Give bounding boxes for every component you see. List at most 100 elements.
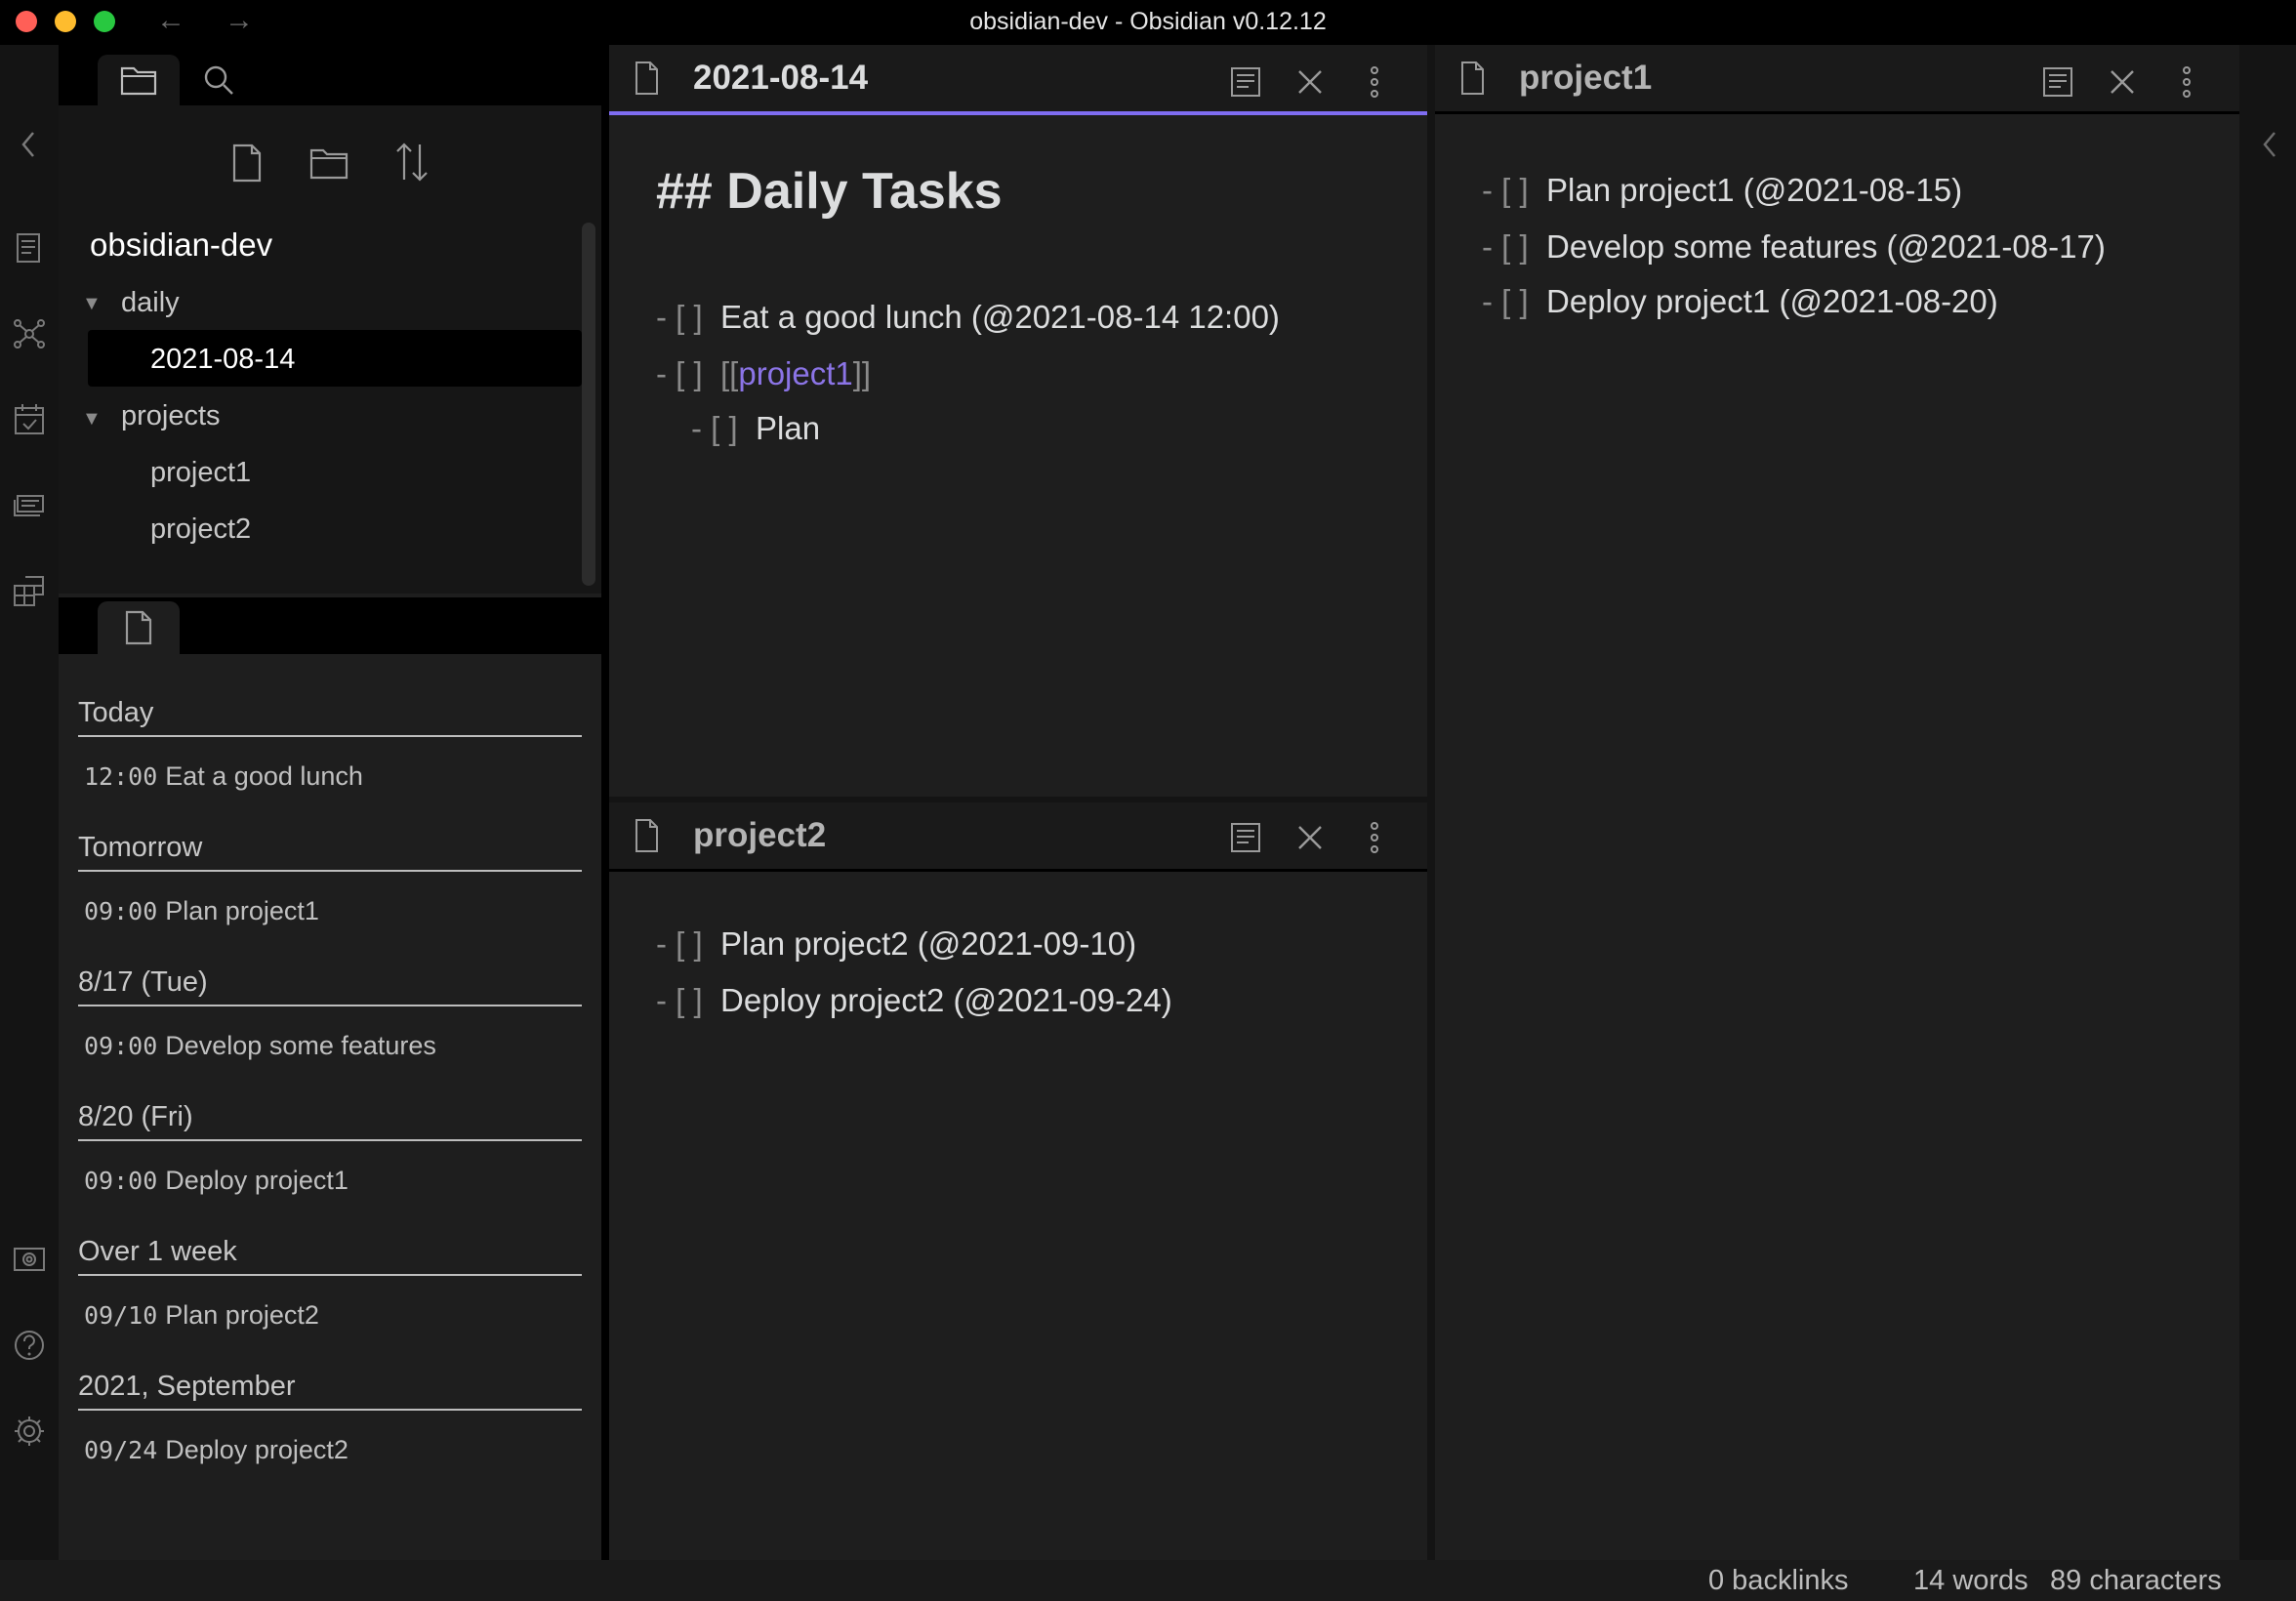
sidebar-scrollbar[interactable] <box>582 223 595 586</box>
pane-title: project1 <box>1519 59 1653 97</box>
calendar-check-icon[interactable] <box>10 400 49 439</box>
preview-icon[interactable] <box>1226 818 1265 857</box>
event-time: 09/10 <box>84 1301 158 1330</box>
task-line[interactable]: - [ ] Plan project1 (@2021-08-15) <box>1482 172 1962 209</box>
task-text: Plan project1 (@2021-08-15) <box>1546 172 1963 208</box>
event-group-header: 2021, September <box>78 1371 582 1411</box>
event-item[interactable]: 09/24 Deploy project2 <box>84 1435 348 1465</box>
caret-down-icon[interactable]: ▼ <box>82 408 102 431</box>
task-checkbox[interactable]: - [ ] <box>1482 172 1529 208</box>
event-time: 09/24 <box>84 1436 158 1464</box>
file-icon[interactable] <box>123 609 154 646</box>
task-line[interactable]: - [ ] Eat a good lunch (@2021-08-14 12:0… <box>656 299 1280 336</box>
pane-header-border <box>1435 111 2239 114</box>
task-text: Plan project2 (@2021-09-10) <box>720 925 1137 962</box>
editor-pane-project1[interactable] <box>1435 45 2239 1560</box>
close-icon[interactable] <box>2103 62 2142 102</box>
folder-daily[interactable]: daily <box>121 287 180 319</box>
task-text: Develop some features (@2021-08-17) <box>1546 228 2106 265</box>
backlinks-count[interactable]: 0 backlinks <box>1708 1565 1848 1597</box>
settings-icon[interactable] <box>10 1412 49 1451</box>
event-title: Deploy project2 <box>165 1435 348 1464</box>
event-group-header: Today <box>78 697 582 737</box>
event-item[interactable]: 09:00 Plan project1 <box>84 896 319 926</box>
preview-icon[interactable] <box>2038 62 2077 102</box>
table-icon[interactable] <box>10 572 49 611</box>
more-options-icon[interactable] <box>1355 818 1394 857</box>
sort-icon[interactable] <box>392 141 431 184</box>
task-checkbox[interactable]: - [ ] <box>656 925 703 962</box>
event-time: 09:00 <box>84 1032 158 1060</box>
task-checkbox[interactable]: - [ ] <box>691 410 738 446</box>
outline-icon[interactable] <box>10 228 49 267</box>
internal-link[interactable]: project1 <box>738 355 852 391</box>
file-project1[interactable]: project1 <box>150 457 251 489</box>
task-checkbox[interactable]: - [ ] <box>1482 283 1529 319</box>
task-checkbox[interactable]: - [ ] <box>1482 228 1529 265</box>
event-group-header: Tomorrow <box>78 832 582 872</box>
more-options-icon[interactable] <box>2167 62 2206 102</box>
task-line[interactable]: - [ ] Plan project2 (@2021-09-10) <box>656 925 1136 963</box>
link-bracket-close: ]] <box>852 355 872 391</box>
file-icon <box>636 819 658 852</box>
task-checkbox[interactable]: - [ ] <box>656 355 703 391</box>
slides-icon[interactable] <box>10 486 49 525</box>
new-note-icon[interactable] <box>230 143 264 184</box>
task-line[interactable]: - [ ] Plan <box>691 410 820 447</box>
event-item[interactable]: 09:00 Deploy project1 <box>84 1166 348 1196</box>
vault-name[interactable]: obsidian-dev <box>90 226 272 264</box>
character-count: 89 characters <box>2050 1565 2222 1596</box>
folder-projects[interactable]: projects <box>121 400 221 432</box>
pane-title: 2021-08-14 <box>693 59 869 97</box>
pane-title: project2 <box>693 816 827 854</box>
event-item[interactable]: 09/10 Plan project2 <box>84 1300 319 1331</box>
event-time: 12:00 <box>84 762 158 791</box>
window-title: obsidian-dev - Obsidian v0.12.12 <box>969 8 1327 35</box>
sidebar-resize-handle[interactable] <box>601 45 609 1560</box>
event-title: Deploy project1 <box>165 1166 348 1195</box>
right-ribbon <box>2239 45 2296 1560</box>
event-item[interactable]: 12:00 Eat a good lunch <box>84 761 363 792</box>
event-title: Plan project1 <box>165 896 319 925</box>
task-checkbox[interactable]: - [ ] <box>656 982 703 1018</box>
close-icon[interactable] <box>1291 62 1330 102</box>
expand-right-sidebar-icon[interactable] <box>2249 125 2288 164</box>
collapse-left-icon[interactable] <box>10 125 49 164</box>
event-group-header: Over 1 week <box>78 1236 582 1276</box>
event-title: Eat a good lunch <box>165 761 363 791</box>
event-title: Develop some features <box>165 1031 436 1060</box>
task-text: Deploy project2 (@2021-09-24) <box>720 982 1172 1018</box>
file-icon <box>1461 62 1484 95</box>
task-line[interactable]: - [ ] Develop some features (@2021-08-17… <box>1482 228 2106 266</box>
graph-view-icon[interactable] <box>10 314 49 353</box>
event-time: 09:00 <box>84 1167 158 1195</box>
caret-down-icon[interactable]: ▼ <box>82 293 102 315</box>
file-project2[interactable]: project2 <box>150 513 251 546</box>
file-icon <box>636 62 658 95</box>
search-icon[interactable] <box>201 62 236 98</box>
help-icon[interactable] <box>10 1326 49 1365</box>
more-options-icon[interactable] <box>1355 62 1394 102</box>
new-folder-icon[interactable] <box>308 144 349 182</box>
event-time: 09:00 <box>84 897 158 925</box>
task-checkbox[interactable]: - [ ] <box>656 299 703 335</box>
events-pane <box>59 597 601 1560</box>
link-bracket-open: [[ <box>720 355 739 391</box>
camera-icon[interactable] <box>10 1240 49 1279</box>
task-line[interactable]: - [ ] Deploy project2 (@2021-09-24) <box>656 982 1172 1019</box>
task-text: Plan <box>756 410 821 446</box>
task-line[interactable]: - [ ] [[project1]] <box>656 355 871 392</box>
event-group-header: 8/20 (Fri) <box>78 1101 582 1141</box>
event-item[interactable]: 09:00 Develop some features <box>84 1031 436 1061</box>
note-heading[interactable]: ## Daily Tasks <box>656 162 1003 221</box>
close-icon[interactable] <box>1291 818 1330 857</box>
preview-icon[interactable] <box>1226 62 1265 102</box>
editor-pane-project2[interactable] <box>609 802 1427 1560</box>
task-line[interactable]: - [ ] Deploy project1 (@2021-08-20) <box>1482 283 1998 320</box>
event-title: Plan project2 <box>165 1300 319 1330</box>
pane-split-divider[interactable] <box>1427 45 1435 1560</box>
task-text: Deploy project1 (@2021-08-20) <box>1546 283 1998 319</box>
folder-icon[interactable] <box>119 62 158 98</box>
file-2021-08-14[interactable]: 2021-08-14 <box>150 344 295 376</box>
task-text: Eat a good lunch (@2021-08-14 12:00) <box>720 299 1280 335</box>
